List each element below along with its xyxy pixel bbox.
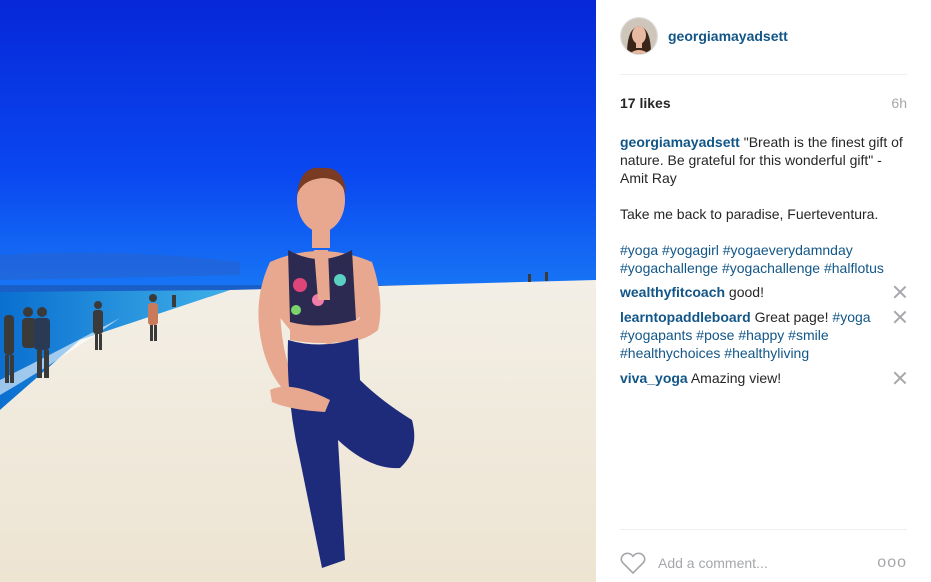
hashtag[interactable]: #halflotus [824, 260, 884, 276]
add-comment-input[interactable]: Add a comment... [658, 555, 877, 571]
comment-text: Amazing view! [690, 370, 782, 386]
more-options-icon[interactable]: ooo [877, 554, 907, 572]
heart-outline-icon[interactable] [620, 551, 646, 575]
beach-yoga-photo [0, 0, 596, 582]
hashtag[interactable]: #healthychoices [620, 345, 720, 361]
hashtag[interactable]: #yoga [620, 242, 658, 258]
comment-item: viva_yoga Amazing view! [620, 369, 907, 387]
comment-footer: Add a comment... ooo [620, 548, 907, 578]
comment-text: Great page! [754, 309, 829, 325]
comment-item: learntopaddleboard Great page! #yoga #yo… [620, 308, 907, 362]
close-icon[interactable] [893, 310, 907, 324]
hashtag[interactable]: #yogachallenge [722, 260, 820, 276]
comment-username[interactable]: learntopaddleboard [620, 309, 751, 325]
post-caption: georgiamayadsett "Breath is the finest g… [620, 133, 907, 277]
post-details-panel: georgiamayadsett 17 likes 6h georgiamaya… [596, 0, 931, 582]
hashtag[interactable]: #yogagirl [662, 242, 719, 258]
hashtag[interactable]: #yoga [832, 309, 870, 325]
header-divider [620, 74, 907, 75]
hashtag[interactable]: #yogapants [620, 327, 692, 343]
caption-hashtags: #yoga #yogagirl #yogaeverydamnday #yogac… [620, 241, 907, 277]
caption-username[interactable]: georgiamayadsett [620, 134, 740, 150]
avatar[interactable] [620, 17, 658, 55]
hashtag[interactable]: #pose [696, 327, 734, 343]
comments-section: georgiamayadsett "Breath is the finest g… [620, 133, 907, 394]
footer-divider [620, 529, 907, 530]
post-stats: 17 likes 6h [620, 95, 907, 111]
comment-username[interactable]: viva_yoga [620, 370, 688, 386]
comment-item: wealthyfitcoach good! [620, 283, 907, 301]
caption-text: Take me back to paradise, Fuerteventura. [620, 206, 879, 222]
hashtag[interactable]: #smile [788, 327, 828, 343]
post-timestamp[interactable]: 6h [891, 95, 907, 111]
comment-text: good! [728, 284, 764, 300]
hashtag[interactable]: #healthyliving [724, 345, 809, 361]
close-icon[interactable] [893, 371, 907, 385]
comment-username[interactable]: wealthyfitcoach [620, 284, 725, 300]
hashtag[interactable]: #happy [738, 327, 784, 343]
likes-count[interactable]: 17 likes [620, 95, 671, 111]
hashtag[interactable]: #yogachallenge [620, 260, 718, 276]
close-icon[interactable] [893, 285, 907, 299]
post-header: georgiamayadsett [620, 16, 907, 56]
post-author-username[interactable]: georgiamayadsett [668, 28, 788, 44]
post-photo[interactable] [0, 0, 596, 582]
hashtag[interactable]: #yogaeverydamnday [723, 242, 853, 258]
